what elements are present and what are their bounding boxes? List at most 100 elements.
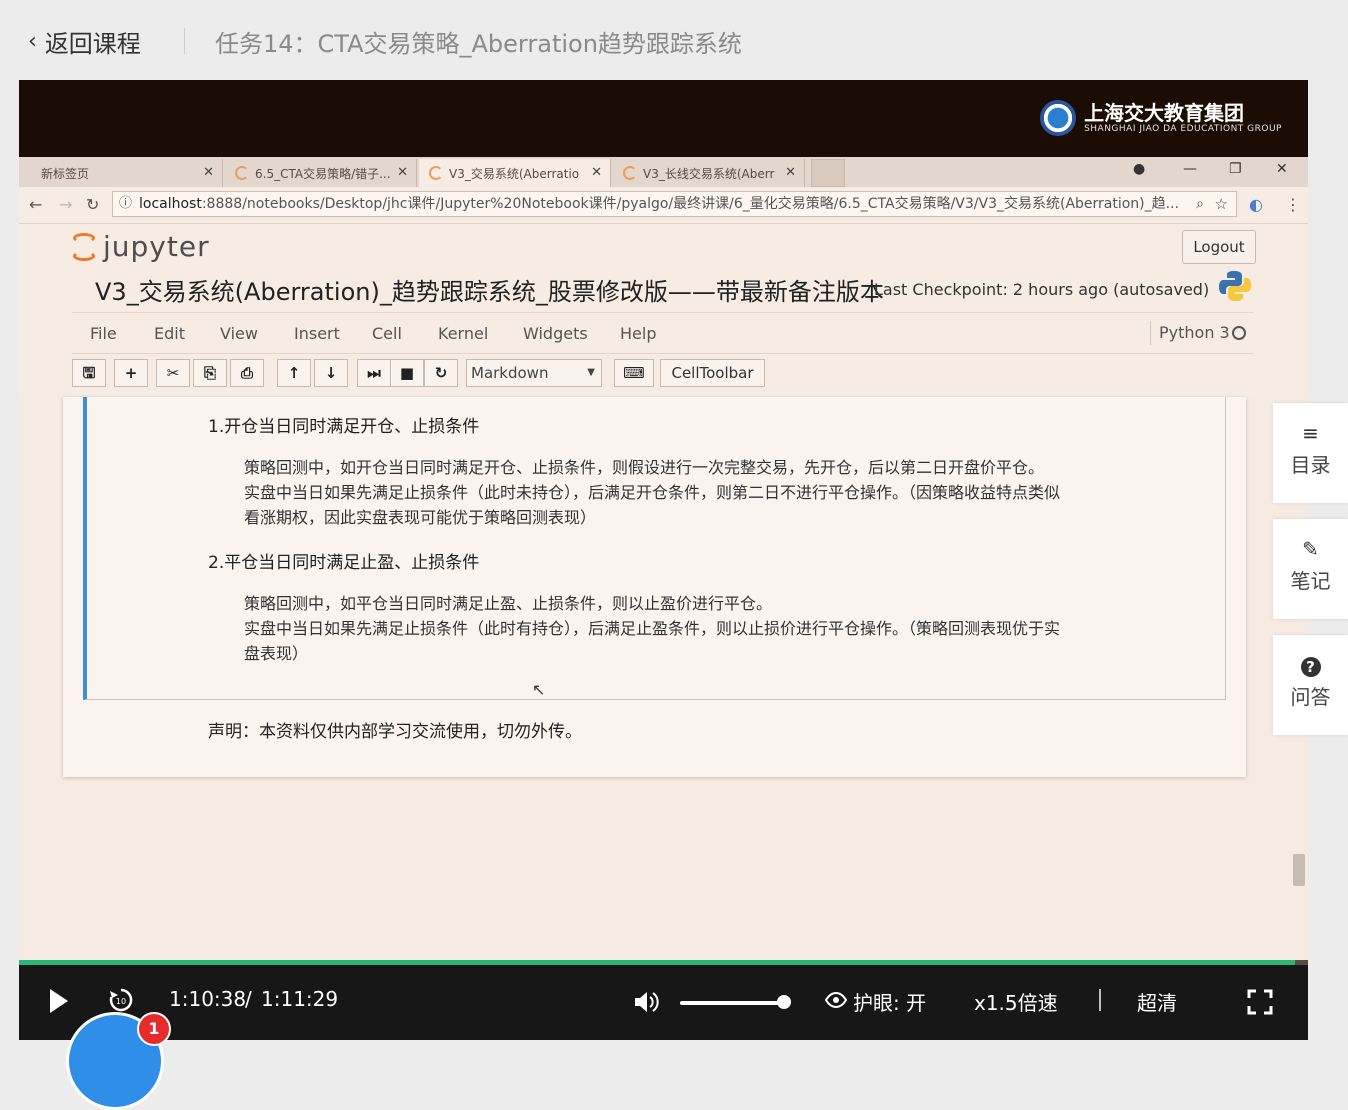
menu-widgets: Widgets xyxy=(523,324,588,343)
cell-paragraph-line: 实盘中当日如果先满足止损条件（此时未持仓），后满足开仓条件，则第二日不进行平仓操… xyxy=(244,483,1061,502)
brand-logo-icon xyxy=(1040,100,1077,136)
kernel-name: Python 3 xyxy=(1150,321,1230,345)
divider xyxy=(1099,989,1101,1011)
close-icon: ✕ xyxy=(203,165,214,180)
speed-button[interactable]: x1.5倍速 xyxy=(974,987,1058,1016)
browser-tabs: 新标签页 ✕ 6.5_CTA交易策略/错子... ✕ V3_交易系统(Aberrat… xyxy=(19,157,1308,187)
top-bar: ‹ 返回课程 任务14：CTA交易策略_Aberration趋势跟踪系统 xyxy=(0,0,1348,80)
quality-button[interactable]: 超清 xyxy=(1137,987,1177,1016)
cut-icon: ✂ xyxy=(156,359,190,387)
celltoolbar-button: CellToolbar xyxy=(660,359,765,387)
loading-icon xyxy=(623,166,637,180)
rewind-10-icon[interactable]: 10 xyxy=(107,986,135,1014)
reload-icon: ↻ xyxy=(86,195,100,214)
back-label: 返回课程 xyxy=(44,30,141,58)
keyboard-icon: ⌨ xyxy=(614,359,654,387)
notes-button[interactable]: ✎ 笔记 xyxy=(1273,519,1348,619)
browser-tab: 6.5_CTA交易策略/错子... ✕ xyxy=(225,159,417,187)
qa-button[interactable]: ? 问答 xyxy=(1273,635,1348,735)
menu-edit: Edit xyxy=(154,324,185,343)
menu-cell: Cell xyxy=(372,324,402,343)
move-down-icon: ↓ xyxy=(314,359,348,387)
zoom-icon: ⌕ xyxy=(1196,196,1204,212)
cell-heading: 2.平仓当日同时满足止盈、止损条件 xyxy=(208,553,480,573)
move-up-icon: ↑ xyxy=(277,359,311,387)
notification-badge: 1 xyxy=(137,1012,171,1046)
eye-care-toggle[interactable]: 护眼: 开 xyxy=(853,987,926,1016)
svg-text:10: 10 xyxy=(116,997,126,1006)
close-icon: ✕ xyxy=(591,165,602,180)
checkpoint-status: Last Checkpoint: 2 hours ago (autosaved) xyxy=(874,280,1210,299)
star-icon: ☆ xyxy=(1214,195,1228,213)
course-title: 任务14：CTA交易策略_Aberration趋势跟踪系统 xyxy=(215,30,742,58)
catalog-button[interactable]: ≡ 目录 xyxy=(1273,403,1348,503)
scrollbar-thumb xyxy=(1293,854,1305,886)
notes-label: 笔记 xyxy=(1290,569,1331,593)
close-icon: ✕ xyxy=(785,165,796,180)
menu-view: View xyxy=(220,324,258,343)
cell-paragraph-line: 实盘中当日如果先满足止损条件（此时有持仓），后满足止盈条件，则以止损价进行平仓操… xyxy=(244,619,1061,638)
user-icon: ● xyxy=(1133,161,1146,177)
volume-slider[interactable] xyxy=(680,1001,785,1005)
save-icon: 🖫 xyxy=(72,359,106,387)
menu-insert: Insert xyxy=(294,324,340,343)
video-frame-browser: 新标签页 ✕ 6.5_CTA交易策略/错子... ✕ V3_交易系统(Aberrat… xyxy=(19,157,1308,960)
jupyter-icon xyxy=(73,232,95,261)
question-icon: ? xyxy=(1273,653,1348,679)
copy-icon: ⎘ xyxy=(193,359,227,387)
volume-icon[interactable] xyxy=(632,988,660,1016)
current-time: 1:10:38 xyxy=(169,987,247,1011)
cell-heading: 1.开仓当日同时满足开仓、止损条件 xyxy=(208,417,480,437)
player-controls: 10 1:10:38 / 1:11:29 护眼: 开 x1.5倍速 超清 xyxy=(19,965,1308,1040)
back-arrow-icon: ← xyxy=(29,195,43,214)
close-window-icon: ✕ xyxy=(1276,161,1288,177)
more-icon: ⋮ xyxy=(1285,195,1301,214)
brand-name-cn: 上海交大教育集团 xyxy=(1084,101,1245,125)
menu-help: Help xyxy=(620,324,657,343)
info-icon: ⓘ xyxy=(119,196,133,211)
loading-icon xyxy=(235,166,249,180)
chevron-left-icon: ‹ xyxy=(28,29,37,54)
jupyter-logo: jupyter xyxy=(73,230,210,263)
cell-paragraph-line: 盘表现） xyxy=(244,644,309,663)
notebook-header: jupyter Logout V3_交易系统(Aberration)_趋势跟踪系… xyxy=(19,224,1308,394)
kernel-status-icon xyxy=(1232,326,1246,340)
minimize-icon: — xyxy=(1183,161,1197,177)
notebook-content: 1.开仓当日同时满足开仓、止损条件 策略回测中，如开仓当日同时满足开仓、止损条件… xyxy=(19,397,1308,960)
mouse-cursor-icon: ↖ xyxy=(532,680,546,699)
play-button[interactable] xyxy=(50,989,68,1013)
notebook-page: 1.开仓当日同时满足开仓、止损条件 策略回测中，如开仓当日同时满足开仓、止损条件… xyxy=(63,397,1246,777)
fullscreen-icon[interactable] xyxy=(1247,989,1273,1015)
cell-type-select: Markdown ▼ xyxy=(466,359,602,387)
disclaimer: 声明：本资料仅供内部学习交流使用，切勿外传。 xyxy=(208,722,582,742)
url-field: ⓘ localhost:8888/notebooks/Desktop/jhc课件… xyxy=(112,191,1237,217)
run-icon: ⏭ xyxy=(357,359,391,387)
menu-kernel: Kernel xyxy=(438,324,489,343)
video-player[interactable]: 上海交大教育集团 SHANGHAI JIAO DA EDUCATIONT GRO… xyxy=(19,80,1308,1040)
restore-icon: ❐ xyxy=(1229,161,1242,177)
volume-knob[interactable] xyxy=(777,995,791,1009)
brand: 上海交大教育集团 SHANGHAI JIAO DA EDUCATIONT GRO… xyxy=(1040,100,1282,136)
catalog-label: 目录 xyxy=(1290,453,1331,477)
browser-tab-active: V3_交易系统(Aberratio ✕ xyxy=(419,159,611,187)
total-time: 1:11:29 xyxy=(261,987,339,1011)
markdown-cell: 1.开仓当日同时满足开仓、止损条件 策略回测中，如开仓当日同时满足开仓、止损条件… xyxy=(83,397,1226,700)
notebook-title: V3_交易系统(Aberration)_趋势跟踪系统_股票修改版——带最新备注版… xyxy=(95,278,884,306)
menu-file: File xyxy=(90,324,117,343)
browser-tab: 新标签页 ✕ xyxy=(31,159,223,187)
address-bar: ← → ↻ ⓘ localhost:8888/notebooks/Desktop… xyxy=(19,187,1308,224)
new-tab-icon xyxy=(811,159,845,187)
add-cell-icon: + xyxy=(114,359,148,387)
brand-name-en: SHANGHAI JIAO DA EDUCATIONT GROUP xyxy=(1084,124,1282,134)
dropdown-arrow-icon: ▼ xyxy=(587,367,595,378)
forward-arrow-icon: → xyxy=(59,195,73,214)
brand-bar: 上海交大教育集团 SHANGHAI JIAO DA EDUCATIONT GRO… xyxy=(19,80,1308,157)
qa-label: 问答 xyxy=(1290,685,1331,709)
pencil-icon: ✎ xyxy=(1302,537,1319,561)
logout-button: Logout xyxy=(1182,230,1256,264)
cell-paragraph-line: 策略回测中，如平仓当日同时满足止盈、止损条件，则以止盈价进行平仓。 xyxy=(244,594,773,613)
python-logo-icon xyxy=(1219,271,1251,301)
stop-icon: ■ xyxy=(390,359,424,387)
browser-tab: V3_长线交易系统(Aberr ✕ xyxy=(613,159,805,187)
back-to-course-button[interactable]: ‹ 返回课程 xyxy=(28,24,141,59)
